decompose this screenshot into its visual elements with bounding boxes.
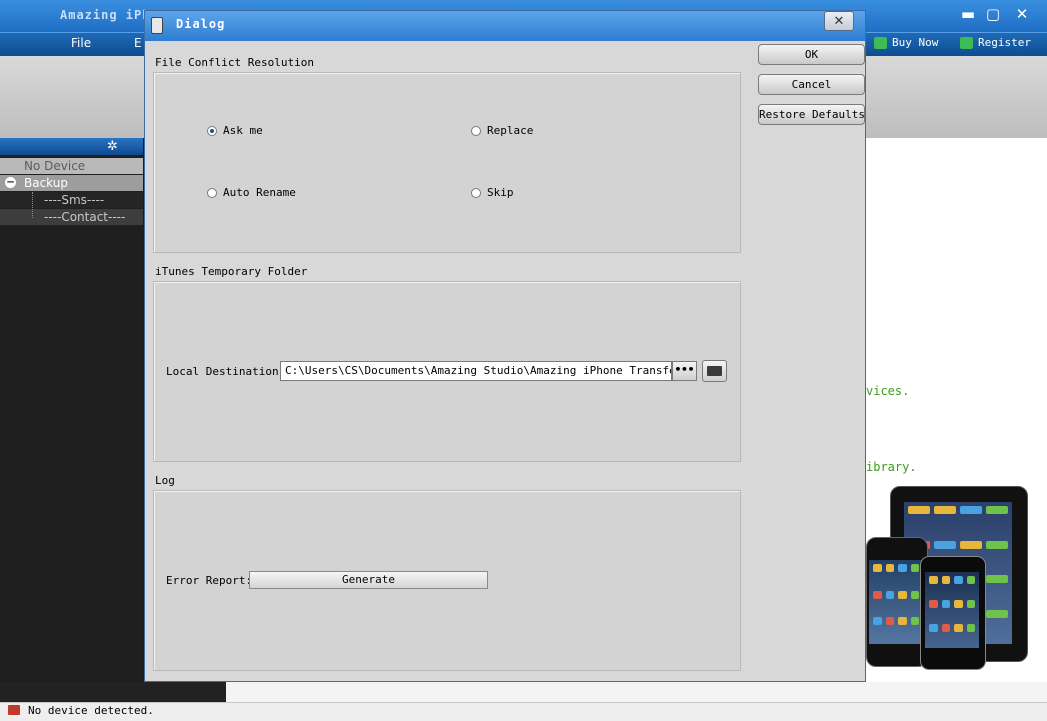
device-status-icon xyxy=(8,705,20,715)
minimize-button[interactable]: ▬ xyxy=(955,4,981,24)
content-footer xyxy=(226,682,1047,702)
dialog-close-button[interactable]: ✕ xyxy=(824,11,854,31)
content-text-fragment-1: vices. xyxy=(866,384,910,398)
itunes-folder-label: iTunes Temporary Folder xyxy=(155,265,308,278)
gear-icon[interactable]: ✲ xyxy=(107,139,118,154)
menu-file[interactable]: File xyxy=(71,36,91,50)
radio-indicator xyxy=(207,125,217,136)
folder-icon xyxy=(707,366,722,376)
browse-path-button[interactable]: ••• xyxy=(672,361,697,381)
main-close-button[interactable]: ✕ xyxy=(1009,4,1035,24)
radio-label: Skip xyxy=(487,186,514,199)
phone-icon xyxy=(151,17,163,34)
status-bar xyxy=(0,702,1047,721)
radio-label: Auto Rename xyxy=(223,186,296,199)
iphone-front-screen xyxy=(925,572,979,648)
buy-now-link[interactable]: Buy Now xyxy=(874,36,938,49)
iphone-screen xyxy=(869,560,923,644)
radio-replace[interactable]: Replace xyxy=(471,124,533,137)
radio-ask-me[interactable]: Ask me xyxy=(207,124,263,137)
sidebar-item-sms[interactable]: ----Sms---- xyxy=(0,192,143,208)
log-label: Log xyxy=(155,474,175,487)
buy-now-label: Buy Now xyxy=(892,36,939,49)
sidebar-header xyxy=(0,138,143,155)
sidebar-item-no-device[interactable]: No Device xyxy=(0,158,143,174)
sidebar-item-contact[interactable]: ----Contact---- xyxy=(0,209,143,225)
status-text: No device detected. xyxy=(28,704,154,717)
local-destination-label: Local Destination: xyxy=(166,365,286,378)
radio-indicator xyxy=(471,125,481,136)
cart-icon xyxy=(874,36,887,49)
register-label: Register xyxy=(978,36,1031,49)
maximize-button[interactable]: ▢ xyxy=(980,4,1006,24)
error-report-label: Error Report: xyxy=(166,574,253,587)
file-conflict-group xyxy=(153,72,741,253)
radio-indicator xyxy=(471,187,481,198)
generate-button[interactable]: Generate xyxy=(249,571,488,589)
register-link[interactable]: Register xyxy=(960,36,1031,49)
dialog-title: Dialog xyxy=(176,17,226,31)
collapse-icon[interactable]: – xyxy=(5,176,16,188)
radio-indicator xyxy=(207,187,217,198)
file-conflict-label: File Conflict Resolution xyxy=(155,56,314,69)
radio-skip[interactable]: Skip xyxy=(471,186,514,199)
radio-label: Ask me xyxy=(223,124,263,137)
radio-label: Replace xyxy=(487,124,534,137)
sidebar-footer xyxy=(0,682,226,702)
restore-defaults-button[interactable]: Restore Defaults xyxy=(758,104,865,125)
radio-auto-rename[interactable]: Auto Rename xyxy=(207,186,296,199)
menu-edit[interactable]: E xyxy=(134,36,142,50)
dialog-titlebar xyxy=(145,11,865,41)
tree-connector xyxy=(32,192,33,218)
local-destination-input[interactable]: C:\Users\CS\Documents\Amazing Studio\Ama… xyxy=(280,361,672,381)
key-icon xyxy=(960,36,973,49)
ok-button[interactable]: OK xyxy=(758,44,865,65)
content-text-fragment-2: ibrary. xyxy=(866,460,917,474)
sidebar-item-backup[interactable]: Backup xyxy=(0,175,143,191)
main-window-title: Amazing iPh xyxy=(60,8,151,22)
cancel-button[interactable]: Cancel xyxy=(758,74,865,95)
